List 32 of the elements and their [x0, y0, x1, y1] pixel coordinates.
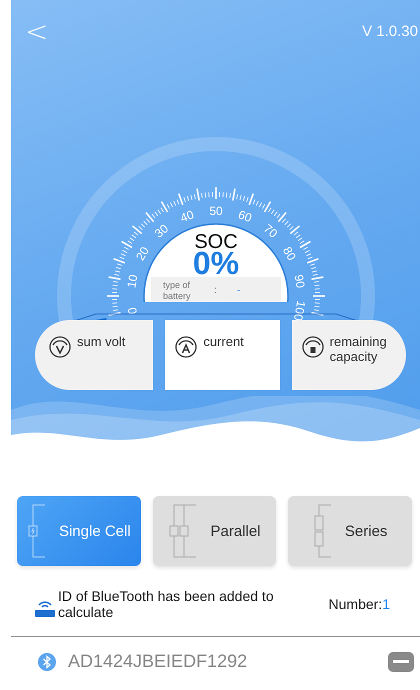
- scale-label: 100: [290, 300, 308, 322]
- battery-gauge-icon: [302, 336, 324, 358]
- ampere-gauge-icon: [175, 336, 198, 358]
- version-label: V 1.0.30: [362, 22, 418, 40]
- minus-icon: [393, 660, 409, 663]
- scale-label: 60: [236, 207, 254, 226]
- info-text: ID of BlueTooth has been added to calculate: [58, 588, 275, 620]
- metric-label: current: [203, 333, 244, 349]
- single-cell-icon: [26, 504, 47, 558]
- mode-tab[interactable]: Parallel: [152, 496, 276, 566]
- scale-label: 80: [280, 244, 299, 263]
- scale-label: 0: [124, 306, 140, 316]
- scale-label: 30: [152, 221, 172, 241]
- scale-label: 20: [133, 244, 152, 263]
- device-count: Number:1: [328, 596, 390, 612]
- scale-label: 10: [124, 273, 141, 290]
- scale-label: 40: [178, 207, 196, 226]
- metric-label: remaining capacity: [330, 333, 388, 364]
- device-id: AD1424JBEIEDF1292: [68, 651, 248, 672]
- separator: :: [214, 285, 217, 296]
- scale-label: 50: [209, 204, 223, 218]
- mode-tab[interactable]: Series: [288, 496, 412, 566]
- scale-label: 90: [291, 273, 308, 290]
- battery-type-label: type of battery: [163, 280, 191, 301]
- parallel-cells-icon: [168, 504, 198, 558]
- metric-label: sum volt: [77, 333, 126, 349]
- scale-label: 70: [260, 221, 280, 241]
- bluetooth-icon: [38, 652, 56, 670]
- series-cells-icon: [312, 504, 333, 558]
- battery-type-value: -: [237, 285, 240, 296]
- volt-gauge-icon: [49, 336, 71, 358]
- remove-button[interactable]: [388, 652, 414, 672]
